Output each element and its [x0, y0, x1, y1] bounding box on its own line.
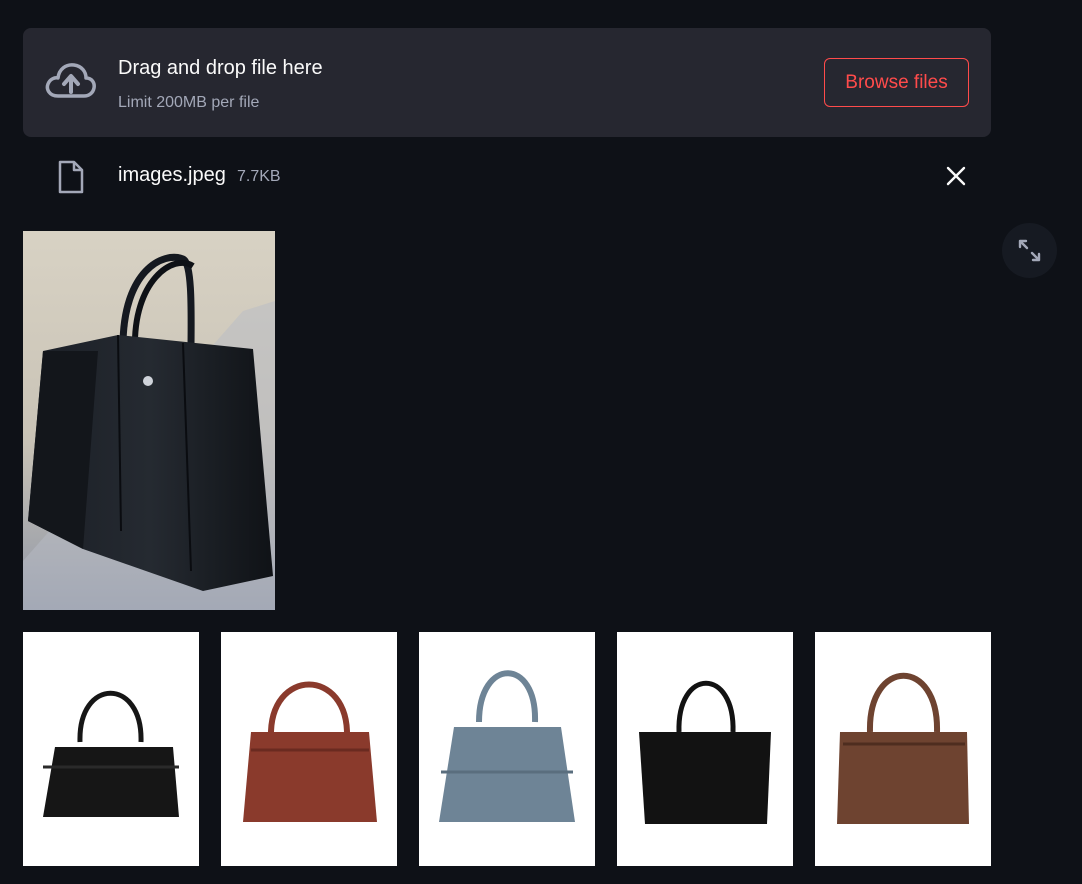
fullscreen-icon: [1018, 239, 1041, 262]
result-image-1: [23, 632, 199, 866]
handbag-image: [837, 673, 969, 824]
dropzone-title: Drag and drop file here: [118, 57, 323, 79]
result-image-5: [815, 632, 991, 866]
result-image-2: [221, 632, 397, 866]
cloud-upload-icon: [45, 63, 96, 98]
handbag-image: [639, 680, 771, 824]
file-size: 7.7KB: [237, 168, 281, 185]
close-icon[interactable]: [943, 163, 969, 189]
uploaded-file-row: images.jpeg 7.7KB: [23, 155, 991, 199]
file-name: images.jpeg: [118, 164, 226, 186]
dropzone-limit-text: Limit 200MB per file: [118, 94, 260, 111]
result-image-3: [419, 632, 595, 866]
result-image-4: [617, 632, 793, 866]
file-dropzone[interactable]: Drag and drop file here Limit 200MB per …: [23, 28, 991, 137]
uploaded-image: [23, 231, 275, 610]
browse-files-button[interactable]: Browse files: [824, 58, 969, 107]
handbag-image: [439, 670, 575, 822]
file-icon: [58, 160, 84, 194]
handbag-image: [43, 690, 179, 817]
handbag-image: [243, 681, 377, 822]
tote-bag-image: [23, 231, 275, 610]
fullscreen-button[interactable]: [1002, 223, 1057, 278]
